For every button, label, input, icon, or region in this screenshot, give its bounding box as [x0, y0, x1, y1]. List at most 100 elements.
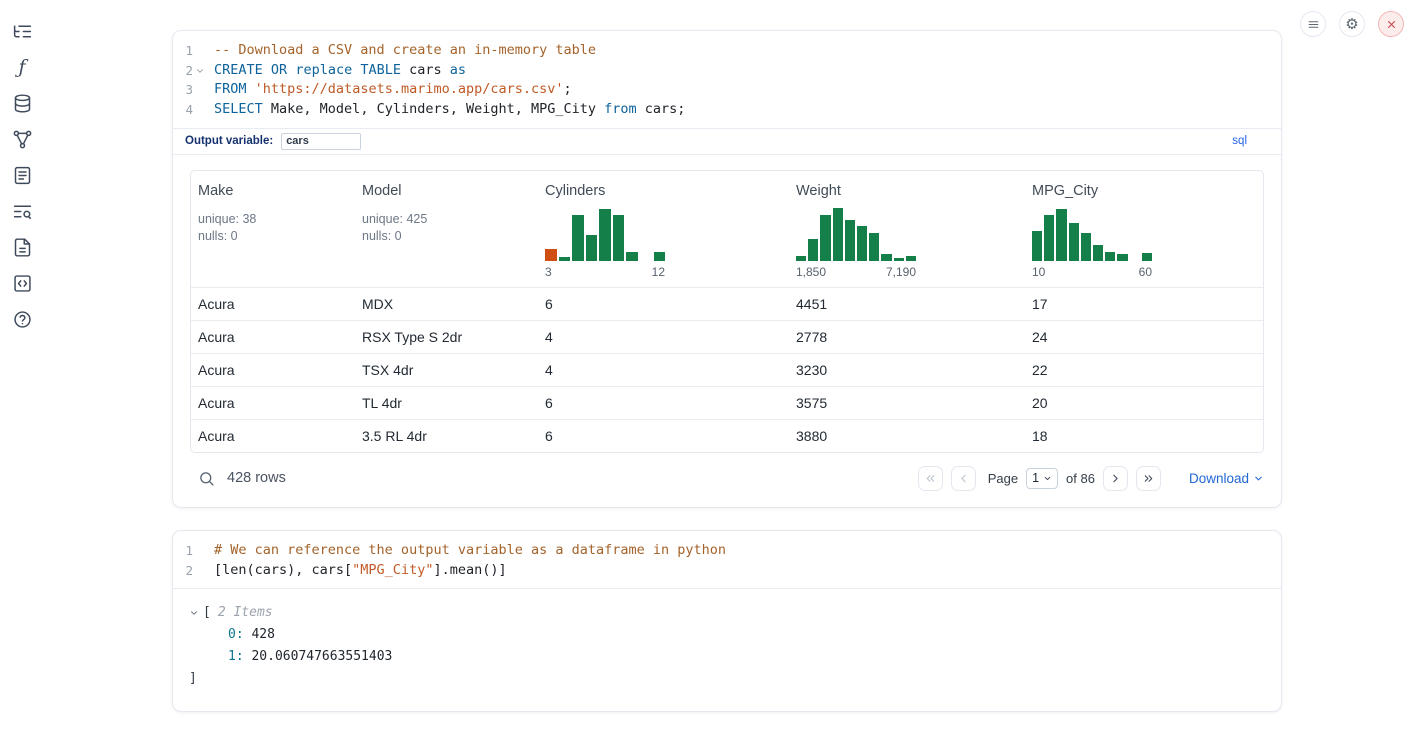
histogram-bar[interactable] — [599, 209, 611, 261]
code-text: # We can reference the output variable a… — [207, 541, 726, 561]
histogram-bar[interactable] — [613, 215, 625, 261]
histogram-bar[interactable] — [1069, 223, 1079, 261]
first-page-button[interactable] — [918, 466, 943, 491]
table-cell: TSX 4dr — [355, 362, 538, 378]
search-button[interactable] — [198, 470, 215, 487]
download-button[interactable]: Download — [1189, 471, 1264, 486]
fold-gutter — [193, 561, 207, 581]
row-count: 428 rows — [227, 470, 286, 486]
last-page-button[interactable] — [1136, 466, 1161, 491]
table-row[interactable]: Acura3.5 RL 4dr6388018 — [191, 419, 1263, 452]
page-select[interactable]: 1 — [1026, 468, 1058, 489]
histogram-bar[interactable] — [1044, 215, 1054, 261]
column-title[interactable]: Model — [362, 183, 530, 199]
code-line: 2CREATE OR replace TABLE cars as — [179, 61, 1281, 81]
histogram-min-label: 3 — [545, 265, 552, 279]
histogram-bar[interactable] — [1093, 245, 1103, 261]
histogram-bar[interactable] — [808, 239, 818, 261]
histogram-bar[interactable] — [1032, 231, 1042, 261]
sql-output: Makeunique: 38nulls: 0Modelunique: 425nu… — [173, 155, 1281, 505]
table-cell: 6 — [538, 428, 789, 444]
next-page-button[interactable] — [1103, 466, 1128, 491]
histogram-bar[interactable] — [572, 215, 584, 261]
sql-code-editor[interactable]: 1-- Download a CSV and create an in-memo… — [173, 31, 1281, 128]
table-body: AcuraMDX6445117AcuraRSX Type S 2dr427782… — [191, 287, 1263, 452]
histogram-axis: 312 — [545, 265, 665, 279]
histogram-bars — [1032, 205, 1152, 261]
snippets-icon[interactable] — [9, 270, 35, 296]
item-value: 20.060747663551403 — [244, 649, 393, 664]
python-code-editor[interactable]: 1 # We can reference the output variable … — [173, 531, 1281, 588]
histogram-bar[interactable] — [833, 208, 843, 261]
dependency-graph-icon[interactable] — [9, 126, 35, 152]
code-line: 1-- Download a CSV and create an in-memo… — [179, 41, 1281, 61]
page-label: Page — [988, 471, 1018, 486]
table-row[interactable]: AcuraMDX6445117 — [191, 287, 1263, 320]
column-title[interactable]: MPG_City — [1032, 183, 1257, 199]
fold-chevron-icon[interactable] — [193, 61, 207, 81]
line-number: 1 — [179, 541, 193, 561]
code-line: 4SELECT Make, Model, Cylinders, Weight, … — [179, 100, 1281, 120]
histogram-bar[interactable] — [654, 252, 666, 261]
chevron-down-icon — [1253, 473, 1264, 484]
variables-icon[interactable]: ƒ — [9, 54, 35, 80]
code-text: SELECT Make, Model, Cylinders, Weight, M… — [207, 100, 685, 120]
code-text: CREATE OR replace TABLE cars as — [207, 61, 466, 81]
scratchpad-icon[interactable] — [9, 162, 35, 188]
histogram-bar[interactable] — [820, 215, 830, 261]
data-table: Makeunique: 38nulls: 0Modelunique: 425nu… — [190, 170, 1264, 453]
fold-gutter — [193, 541, 207, 561]
histogram-bar[interactable] — [869, 233, 879, 261]
table-cell: 24 — [1025, 329, 1264, 345]
table-cell: Acura — [191, 395, 355, 411]
chevron-left-icon — [957, 472, 970, 485]
shutdown-button[interactable] — [1378, 11, 1404, 37]
prev-page-button[interactable] — [951, 466, 976, 491]
help-icon[interactable] — [9, 306, 35, 332]
histogram-bar[interactable] — [894, 258, 904, 261]
histogram-bar[interactable] — [626, 252, 638, 261]
menu-button[interactable] — [1300, 11, 1326, 37]
code-text: -- Download a CSV and create an in-memor… — [207, 41, 596, 61]
line-number: 2 — [179, 561, 193, 581]
file-explorer-icon[interactable] — [9, 18, 35, 44]
histogram-bar[interactable] — [796, 256, 806, 261]
table-row[interactable]: AcuraTSX 4dr4323022 — [191, 353, 1263, 386]
settings-button[interactable]: ⚙ — [1339, 11, 1365, 37]
column-title[interactable]: Make — [198, 183, 347, 199]
histogram-bar[interactable] — [1142, 253, 1152, 261]
collapse-caret-icon[interactable] — [189, 608, 201, 618]
column-header-mpg_city: MPG_City1060 — [1025, 171, 1264, 287]
logs-icon[interactable] — [9, 198, 35, 224]
table-cell: 2778 — [789, 329, 1025, 345]
column-title[interactable]: Weight — [796, 183, 1017, 199]
column-header-model: Modelunique: 425nulls: 0 — [355, 171, 538, 287]
histogram-bar[interactable] — [1081, 233, 1091, 261]
table-row[interactable]: AcuraRSX Type S 2dr4277824 — [191, 320, 1263, 353]
histogram-bar[interactable] — [545, 249, 557, 261]
histogram-bar[interactable] — [1117, 254, 1127, 261]
python-output: [ 2 Items 0: 4281: 20.060747663551403 ] — [173, 588, 1281, 703]
histogram-bar[interactable] — [845, 220, 855, 261]
function-icon: ƒ — [18, 58, 25, 77]
table-cell: TL 4dr — [355, 395, 538, 411]
histogram-bar[interactable] — [881, 254, 891, 261]
code-text: FROM 'https://datasets.marimo.app/cars.c… — [207, 80, 572, 100]
column-header-cylinders: Cylinders 312 — [538, 171, 789, 287]
column-nulls-stat: nulls: 0 — [362, 229, 530, 243]
table-cell: MDX — [355, 296, 538, 312]
histogram-bar[interactable] — [559, 257, 571, 261]
output-list-item: 1: 20.060747663551403 — [189, 646, 1269, 668]
histogram-bar[interactable] — [1056, 209, 1066, 261]
data-sources-icon[interactable] — [9, 90, 35, 116]
histogram-bar[interactable] — [906, 256, 916, 261]
table-row[interactable]: AcuraTL 4dr6357520 — [191, 386, 1263, 419]
output-variable-input[interactable] — [281, 133, 361, 150]
table-cell: Acura — [191, 428, 355, 444]
histogram-bar[interactable] — [857, 226, 867, 261]
column-title[interactable]: Cylinders — [545, 183, 781, 199]
line-number: 3 — [179, 80, 193, 100]
documentation-icon[interactable] — [9, 234, 35, 260]
histogram-bar[interactable] — [586, 235, 598, 261]
histogram-bar[interactable] — [1105, 252, 1115, 261]
